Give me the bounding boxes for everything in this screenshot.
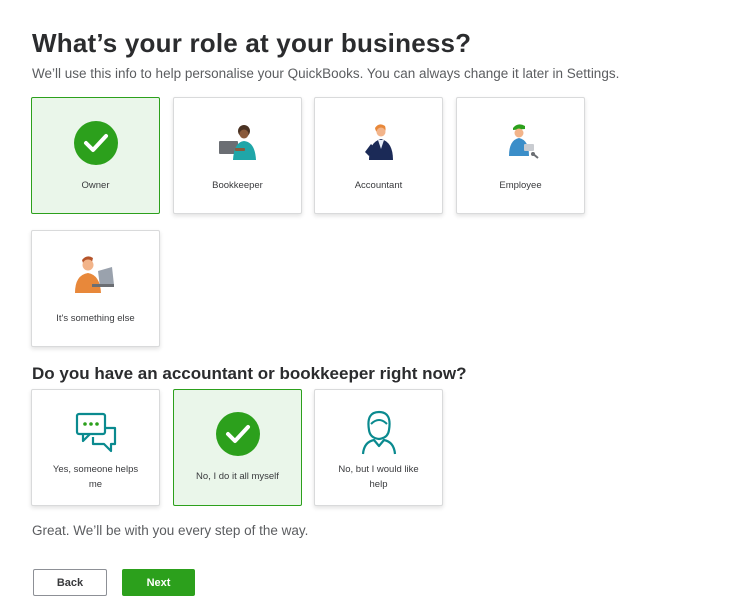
accountant-card-would-like-help[interactable]: No, but I would like help xyxy=(314,389,443,506)
accountant-question: Do you have an accountant or bookkeeper … xyxy=(32,364,467,383)
next-button[interactable]: Next xyxy=(122,569,195,596)
accountant-card-label: Yes, someone helps me xyxy=(52,464,139,490)
bookkeeper-illustration xyxy=(215,122,261,167)
status-note: Great. We’ll be with you every step of t… xyxy=(32,523,309,538)
employee-illustration xyxy=(498,120,544,167)
role-card-bookkeeper[interactable]: Bookkeeper xyxy=(173,97,302,214)
role-card-owner[interactable]: Owner xyxy=(31,97,160,214)
accountant-card-no-myself[interactable]: No, I do it all myself xyxy=(173,389,302,506)
role-card-label: Bookkeeper xyxy=(212,180,263,191)
accountant-card-label: No, I do it all myself xyxy=(196,471,279,482)
role-card-accountant[interactable]: Accountant xyxy=(314,97,443,214)
role-card-employee[interactable]: Employee xyxy=(456,97,585,214)
role-card-something-else[interactable]: It's something else xyxy=(31,230,160,347)
laptop-person-illustration xyxy=(68,251,124,302)
accountant-card-label: No, but I would like help xyxy=(338,464,419,490)
page-title: What’s your role at your business? xyxy=(32,28,472,58)
back-button[interactable]: Back xyxy=(33,569,107,596)
role-card-label: It's something else xyxy=(56,313,135,324)
role-card-label: Accountant xyxy=(354,180,403,191)
accountant-card-yes[interactable]: Yes, someone helps me xyxy=(31,389,160,506)
check-icon xyxy=(215,412,260,456)
person-outline-icon xyxy=(358,408,400,461)
accountant-illustration xyxy=(356,122,402,167)
check-icon xyxy=(73,121,118,165)
role-card-label: Employee xyxy=(499,180,542,191)
chat-bubbles-icon xyxy=(73,410,119,461)
page-subtitle: We’ll use this info to help personalise … xyxy=(32,66,620,81)
role-card-label: Owner xyxy=(81,180,110,191)
